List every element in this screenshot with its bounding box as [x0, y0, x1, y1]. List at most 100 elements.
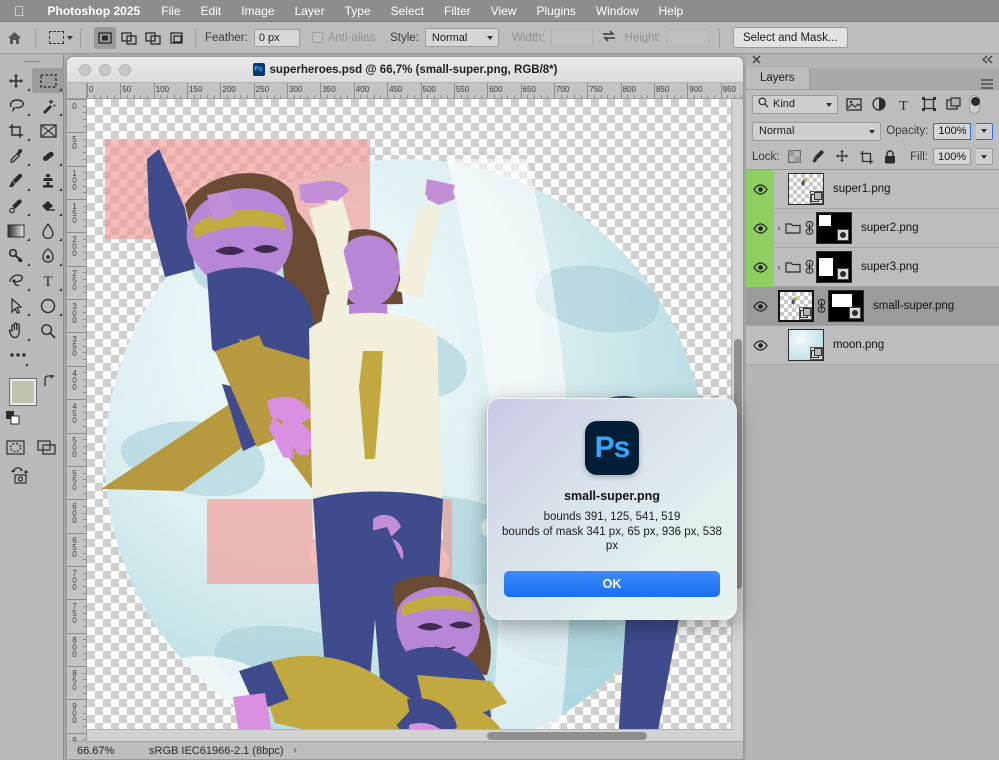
- table-row[interactable]: moon.png: [746, 326, 999, 365]
- canvas-horizontal-scrollbar[interactable]: [87, 729, 733, 741]
- swap-arrows-icon[interactable]: [602, 30, 616, 45]
- lasso-tool[interactable]: [0, 93, 32, 118]
- eraser-tool[interactable]: [32, 193, 64, 218]
- move-tool[interactable]: [0, 68, 32, 93]
- adjustment-filter-icon[interactable]: [869, 95, 888, 114]
- swap-colors-icon[interactable]: [42, 373, 55, 391]
- zoom-level[interactable]: 66.67%: [67, 745, 141, 757]
- lock-position-icon[interactable]: [833, 147, 852, 166]
- blend-mode-select[interactable]: Normal: [752, 121, 882, 141]
- history-brush-tool[interactable]: [0, 193, 32, 218]
- layer-visibility-toggle[interactable]: [746, 326, 774, 365]
- group-expand-chevron-icon[interactable]: ›: [774, 262, 784, 272]
- healing-brush-tool[interactable]: [32, 143, 64, 168]
- chevron-down-icon[interactable]: [67, 35, 73, 40]
- document-title-bar[interactable]: Ps superheroes.psd @ 66,7% (small-super.…: [67, 57, 743, 83]
- layer-name[interactable]: super1.png: [824, 183, 891, 195]
- layer-name[interactable]: super2.png: [852, 222, 919, 234]
- hand-tool[interactable]: [0, 318, 32, 343]
- lock-image-pixels-icon[interactable]: [809, 147, 828, 166]
- menu-item-type[interactable]: Type: [335, 4, 381, 18]
- toolbar-drag-handle[interactable]: [0, 54, 63, 68]
- gradient-tool[interactable]: [0, 218, 32, 243]
- fill-input[interactable]: 100%: [933, 148, 971, 165]
- table-row[interactable]: › super2.png: [746, 208, 999, 248]
- type-filter-icon[interactable]: T: [894, 95, 913, 114]
- layer-name[interactable]: moon.png: [824, 339, 884, 351]
- layer-visibility-toggle[interactable]: [746, 247, 774, 287]
- select-and-mask-button[interactable]: Select and Mask...: [732, 27, 848, 48]
- add-to-selection-button[interactable]: [118, 27, 140, 49]
- feather-input[interactable]: 0 px: [253, 28, 300, 47]
- height-input[interactable]: [666, 28, 709, 47]
- smart-object-filter-icon[interactable]: [944, 95, 963, 114]
- path-selection-tool[interactable]: [0, 293, 32, 318]
- menu-item-edit[interactable]: Edit: [191, 4, 232, 18]
- mask-link-icon[interactable]: [802, 221, 816, 235]
- layer-visibility-toggle[interactable]: [746, 208, 774, 248]
- layer-mask-thumbnail[interactable]: [828, 290, 864, 322]
- brush-tool[interactable]: [0, 168, 32, 193]
- ok-button[interactable]: OK: [504, 571, 720, 597]
- active-tool-preset[interactable]: [43, 31, 73, 44]
- collapse-panel-icon[interactable]: [982, 55, 993, 67]
- scrollbar-thumb[interactable]: [487, 732, 647, 740]
- layer-visibility-toggle[interactable]: [746, 169, 774, 209]
- anti-alias-checkbox[interactable]: [311, 32, 323, 43]
- zoom-tool[interactable]: [32, 318, 64, 343]
- menu-item-image[interactable]: Image: [231, 4, 284, 18]
- mask-link-icon[interactable]: [814, 299, 828, 313]
- subtract-from-selection-button[interactable]: [142, 27, 164, 49]
- close-panel-icon[interactable]: [752, 55, 761, 67]
- foreground-color-swatch[interactable]: [10, 379, 36, 405]
- shape-filter-icon[interactable]: [919, 95, 938, 114]
- style-select[interactable]: Normal: [424, 28, 499, 47]
- group-expand-chevron-icon[interactable]: ›: [774, 223, 784, 233]
- table-row[interactable]: › super3.png: [746, 247, 999, 287]
- layer-thumbnail[interactable]: [778, 290, 814, 322]
- menu-app-name[interactable]: Photoshop 2025: [37, 4, 152, 18]
- intersect-selection-button[interactable]: [166, 27, 188, 49]
- blur-tool[interactable]: [32, 218, 64, 243]
- layer-thumbnail[interactable]: [788, 173, 824, 205]
- menu-item-help[interactable]: Help: [649, 4, 694, 18]
- menu-item-window[interactable]: Window: [586, 4, 649, 18]
- type-tool[interactable]: T: [32, 268, 64, 293]
- status-menu-chevron-icon[interactable]: ›: [284, 745, 297, 756]
- image-filter-icon[interactable]: [844, 95, 863, 114]
- filter-kind-select[interactable]: Kind: [752, 94, 838, 114]
- lock-all-icon[interactable]: [881, 147, 900, 166]
- pen-tool[interactable]: [32, 243, 64, 268]
- opacity-stepper[interactable]: [976, 122, 993, 140]
- share-image-icon[interactable]: [10, 467, 30, 487]
- menu-item-layer[interactable]: Layer: [285, 4, 335, 18]
- layer-mask-thumbnail[interactable]: [816, 212, 852, 244]
- apple-menu-icon[interactable]: : [0, 4, 37, 18]
- layer-visibility-toggle[interactable]: [746, 287, 774, 326]
- frame-tool[interactable]: [32, 118, 64, 143]
- layer-name[interactable]: small-super.png: [864, 300, 954, 312]
- eyedropper-tool[interactable]: [0, 143, 32, 168]
- default-colors-icon[interactable]: [6, 411, 20, 428]
- panel-menu-icon[interactable]: [981, 79, 999, 89]
- filter-toggle-switch[interactable]: [969, 94, 980, 114]
- menu-item-filter[interactable]: Filter: [434, 4, 481, 18]
- table-row[interactable]: super1.png: [746, 169, 999, 209]
- menu-item-view[interactable]: View: [481, 4, 527, 18]
- opacity-input[interactable]: 100%: [933, 122, 972, 140]
- tab-layers[interactable]: Layers: [746, 67, 810, 89]
- screen-mode-icon[interactable]: [37, 440, 57, 458]
- menu-item-select[interactable]: Select: [381, 4, 434, 18]
- dodge-tool[interactable]: [0, 243, 32, 268]
- edit-toolbar-ellipsis-icon[interactable]: [2, 343, 34, 367]
- ellipse-tool[interactable]: [32, 293, 64, 318]
- layer-mask-thumbnail[interactable]: [816, 251, 852, 283]
- ruler-corner[interactable]: [67, 83, 87, 99]
- mask-link-icon[interactable]: [802, 260, 816, 274]
- new-selection-button[interactable]: [94, 26, 116, 49]
- layer-name[interactable]: super3.png: [852, 261, 919, 273]
- rectangular-marquee-tool[interactable]: [32, 68, 64, 93]
- clone-stamp-tool[interactable]: [32, 168, 64, 193]
- custom-shape-tool[interactable]: [0, 268, 32, 293]
- width-input[interactable]: [550, 28, 593, 47]
